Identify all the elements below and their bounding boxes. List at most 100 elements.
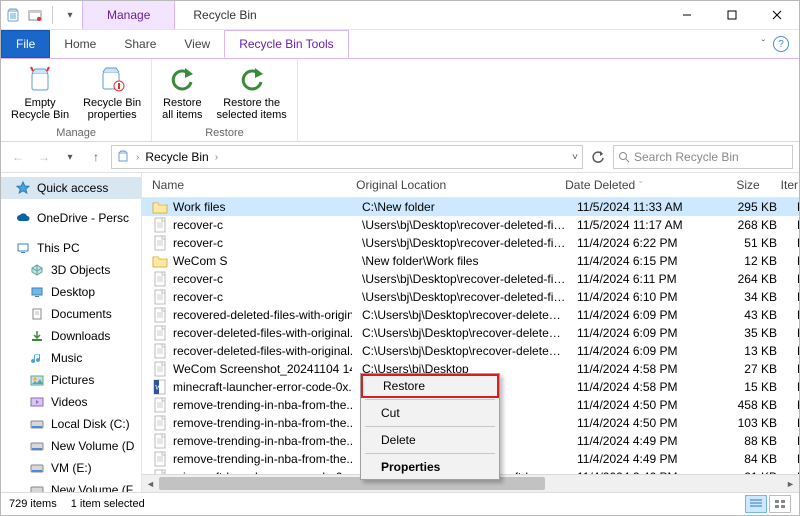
tab-share[interactable]: Share bbox=[110, 30, 170, 58]
file-date: 11/4/2024 4:50 PM bbox=[567, 416, 707, 430]
empty-recycle-bin-button[interactable]: Empty Recycle Bin bbox=[7, 63, 73, 126]
file-type: PN bbox=[787, 254, 799, 268]
restore-selected-icon bbox=[236, 63, 268, 95]
help-icon[interactable]: ? bbox=[773, 36, 789, 52]
file-location: C:\New folder bbox=[352, 200, 567, 214]
ribbon-tabs: File Home Share View Recycle Bin Tools ˇ… bbox=[1, 30, 799, 59]
breadcrumb-root[interactable]: Recycle Bin bbox=[145, 150, 208, 164]
file-location: \Users\bj\Desktop\recover-deleted-file..… bbox=[352, 218, 567, 232]
nav-item[interactable]: Local Disk (C:) bbox=[1, 413, 141, 435]
tab-file[interactable]: File bbox=[1, 30, 50, 58]
nav-item-label: New Volume (D bbox=[51, 439, 134, 453]
file-size: 268 KB bbox=[707, 218, 787, 232]
nav-item[interactable]: Music bbox=[1, 347, 141, 369]
forward-button[interactable]: → bbox=[33, 146, 55, 168]
tab-recycle-bin-tools[interactable]: Recycle Bin Tools bbox=[224, 30, 349, 58]
navigation-pane[interactable]: Quick access OneDrive - Persc This PC 3D… bbox=[1, 173, 142, 492]
nav-item[interactable]: New Volume (D bbox=[1, 435, 141, 457]
column-original-location[interactable]: Original Location bbox=[346, 173, 555, 197]
close-button[interactable] bbox=[754, 1, 799, 29]
up-button[interactable]: ↑ bbox=[85, 146, 107, 168]
ctx-cut[interactable]: Cut bbox=[361, 401, 499, 425]
file-name: remove-trending-in-nba-from-the... bbox=[173, 416, 352, 430]
column-size[interactable]: Size bbox=[692, 173, 771, 197]
nav-item-label: Pictures bbox=[51, 373, 94, 387]
file-icon bbox=[152, 343, 168, 359]
address-bar[interactable]: › Recycle Bin › ˅ bbox=[111, 145, 583, 169]
cloud-icon bbox=[15, 210, 31, 226]
file-icon bbox=[152, 289, 168, 305]
breadcrumb-chevron-icon[interactable]: › bbox=[215, 152, 218, 163]
back-button[interactable]: ← bbox=[7, 146, 29, 168]
nav-onedrive[interactable]: OneDrive - Persc bbox=[1, 207, 141, 229]
recycle-bin-properties-button[interactable]: Recycle Bin properties bbox=[79, 63, 145, 126]
nav-item[interactable]: New Volume (F bbox=[1, 479, 141, 492]
nav-item[interactable]: Videos bbox=[1, 391, 141, 413]
ribbon-group-manage: Empty Recycle Bin Recycle Bin properties… bbox=[1, 59, 152, 141]
nav-item[interactable]: Documents bbox=[1, 303, 141, 325]
table-row[interactable]: recover-c\Users\bj\Desktop\recover-delet… bbox=[142, 288, 799, 306]
ctx-delete[interactable]: Delete bbox=[361, 428, 499, 452]
refresh-button[interactable] bbox=[587, 146, 609, 168]
nav-quick-access[interactable]: Quick access bbox=[1, 177, 141, 199]
table-row[interactable]: Work filesC:\New folder11/5/2024 11:33 A… bbox=[142, 198, 799, 216]
table-row[interactable]: recover-c\Users\bj\Desktop\recover-delet… bbox=[142, 234, 799, 252]
nav-this-pc[interactable]: This PC bbox=[1, 237, 141, 259]
table-row[interactable]: recover-c\Users\bj\Desktop\recover-delet… bbox=[142, 216, 799, 234]
nav-item[interactable]: 3D Objects bbox=[1, 259, 141, 281]
table-row[interactable]: recovered-deleted-files-with-original...… bbox=[142, 306, 799, 324]
details-view-button[interactable] bbox=[745, 495, 767, 513]
column-name[interactable]: Name bbox=[142, 173, 346, 197]
nav-item[interactable]: Desktop bbox=[1, 281, 141, 303]
contextual-tab-manage[interactable]: Manage bbox=[82, 1, 175, 29]
tab-view[interactable]: View bbox=[170, 30, 224, 58]
qat-dropdown-icon[interactable]: ▾ bbox=[62, 7, 78, 23]
large-icons-view-button[interactable] bbox=[769, 495, 791, 513]
table-row[interactable]: recover-deleted-files-with-original...C:… bbox=[142, 324, 799, 342]
minimize-button[interactable] bbox=[664, 1, 709, 29]
restore-selected-button[interactable]: Restore the selected items bbox=[213, 63, 291, 126]
contextual-area: Manage Recycle Bin bbox=[82, 1, 664, 29]
address-dropdown-icon[interactable]: ˅ bbox=[572, 152, 578, 163]
nav-label: OneDrive - Persc bbox=[37, 211, 129, 225]
file-size: 103 KB bbox=[707, 416, 787, 430]
file-type: PN bbox=[787, 398, 799, 412]
nav-item-icon bbox=[29, 372, 45, 388]
file-type: PN bbox=[787, 416, 799, 430]
ribbon-collapse-icon[interactable]: ˇ bbox=[762, 39, 765, 50]
tab-home[interactable]: Home bbox=[50, 30, 110, 58]
file-date: 11/4/2024 4:58 PM bbox=[567, 380, 707, 394]
window-buttons bbox=[664, 1, 799, 29]
empty-bin-label: Empty Recycle Bin bbox=[11, 97, 69, 121]
ctx-restore[interactable]: Restore bbox=[361, 374, 499, 398]
file-type: PN bbox=[787, 434, 799, 448]
breadcrumb-chevron-icon[interactable]: › bbox=[136, 152, 139, 163]
file-date: 11/4/2024 6:09 PM bbox=[567, 344, 707, 358]
file-location: C:\Users\bj\Desktop\recover-deleted-file… bbox=[352, 326, 567, 340]
nav-item-icon bbox=[29, 306, 45, 322]
nav-item-label: Videos bbox=[51, 395, 87, 409]
nav-item[interactable]: Downloads bbox=[1, 325, 141, 347]
column-item-type[interactable]: Iter bbox=[771, 173, 799, 197]
file-icon bbox=[152, 307, 168, 323]
restore-all-button[interactable]: Restore all items bbox=[158, 63, 206, 126]
file-type: PN bbox=[787, 290, 799, 304]
maximize-button[interactable] bbox=[709, 1, 754, 29]
qat-properties-icon[interactable] bbox=[27, 7, 43, 23]
scroll-right-button[interactable]: ► bbox=[782, 475, 799, 492]
nav-item[interactable]: Pictures bbox=[1, 369, 141, 391]
properties-label: Recycle Bin properties bbox=[83, 97, 141, 121]
column-date-deleted[interactable]: Date Deletedˇ bbox=[555, 173, 692, 197]
scroll-left-button[interactable]: ◄ bbox=[142, 475, 159, 492]
file-date: 11/4/2024 6:15 PM bbox=[567, 254, 707, 268]
file-size: 84 KB bbox=[707, 452, 787, 466]
file-type: PN bbox=[787, 452, 799, 466]
ctx-properties[interactable]: Properties bbox=[361, 455, 499, 479]
table-row[interactable]: WeCom S\New folder\Work files11/4/2024 6… bbox=[142, 252, 799, 270]
search-input[interactable]: Search Recycle Bin bbox=[613, 145, 793, 169]
nav-item[interactable]: VM (E:) bbox=[1, 457, 141, 479]
recent-locations-button[interactable]: ▾ bbox=[59, 146, 81, 168]
table-row[interactable]: recover-deleted-files-with-original...C:… bbox=[142, 342, 799, 360]
table-row[interactable]: recover-c\Users\bj\Desktop\recover-delet… bbox=[142, 270, 799, 288]
file-size: 12 KB bbox=[707, 254, 787, 268]
